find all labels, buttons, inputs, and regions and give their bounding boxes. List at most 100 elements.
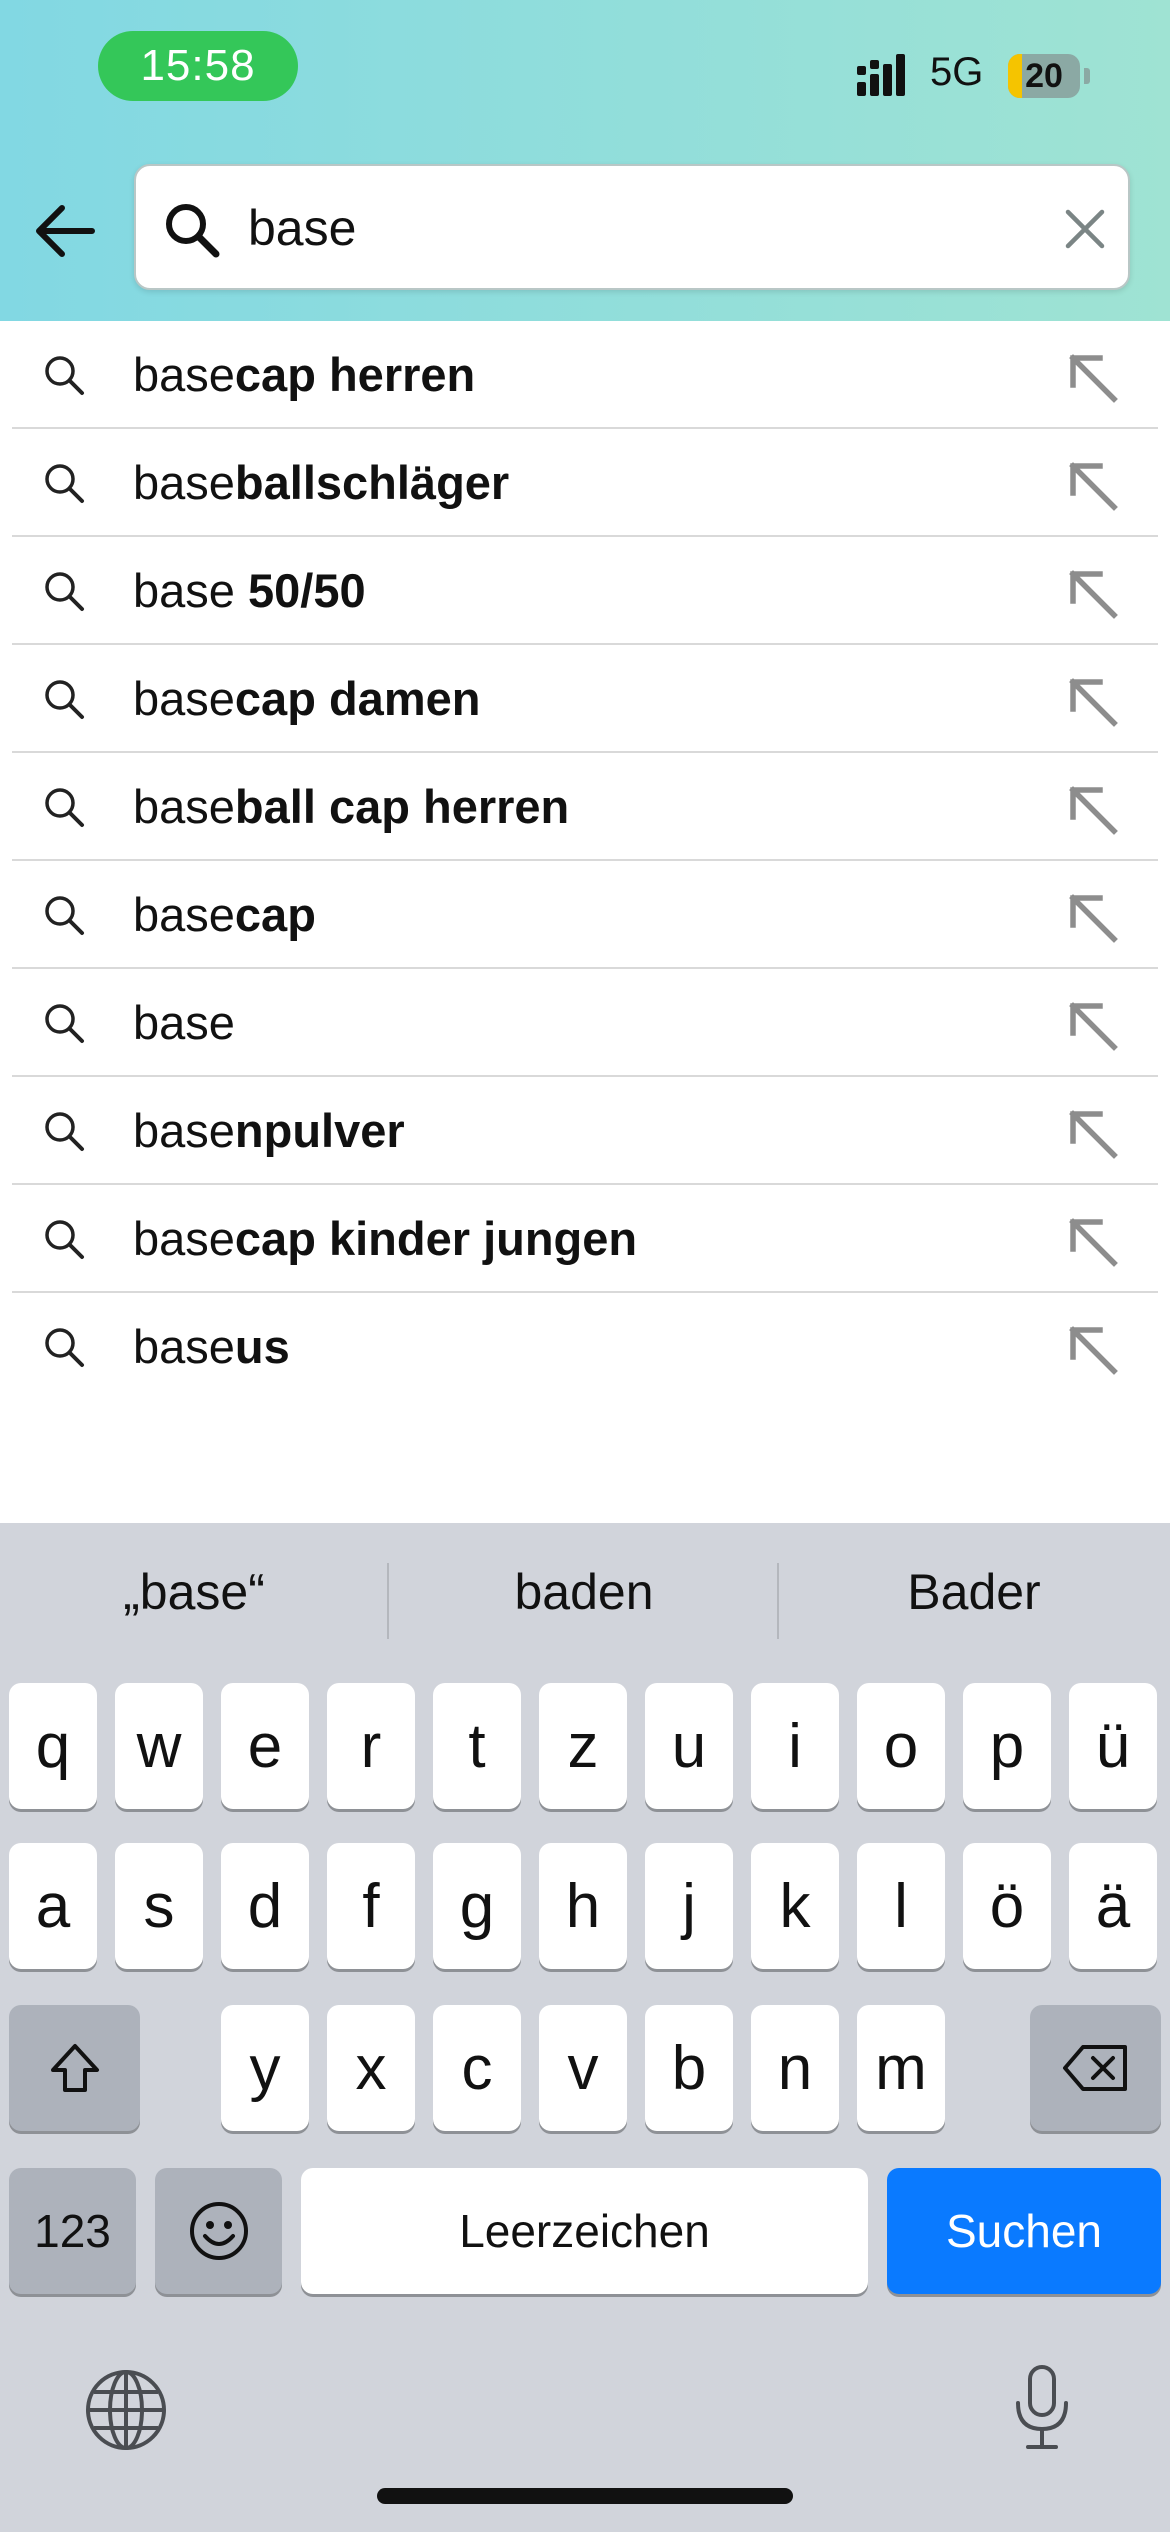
arrow-left-icon[interactable] xyxy=(30,196,100,266)
suggestion-prefix: base xyxy=(133,780,235,833)
arrow-up-left-icon[interactable] xyxy=(1064,349,1120,405)
suggestion-completion: ball cap herren xyxy=(234,780,570,833)
cellular-signal-icon xyxy=(857,54,905,96)
suggestion-text[interactable]: base 50/50 xyxy=(133,563,366,618)
prediction-divider xyxy=(387,1563,389,1639)
suggestion-row[interactable]: baseballschläger xyxy=(12,429,1158,537)
on-screen-keyboard: „base“ baden Bader qwertzuiopü asdfghjklö… xyxy=(0,1523,1170,2532)
arrow-up-left-icon[interactable] xyxy=(1064,1321,1120,1377)
suggestion-prefix: base xyxy=(133,564,235,617)
search-input[interactable]: base xyxy=(134,164,1130,290)
arrow-up-left-icon[interactable] xyxy=(1064,781,1120,837)
key-o[interactable]: o xyxy=(857,1683,945,1809)
arrow-up-left-icon[interactable] xyxy=(1064,997,1120,1053)
key-z[interactable]: z xyxy=(539,1683,627,1809)
key-b[interactable]: b xyxy=(645,2005,733,2131)
backspace-key[interactable] xyxy=(1030,2005,1161,2131)
suggestion-text[interactable]: base xyxy=(133,995,235,1050)
key-a[interactable]: a xyxy=(9,1843,97,1969)
arrow-up-left-icon[interactable] xyxy=(1064,889,1120,945)
search-return-key[interactable]: Suchen xyxy=(887,2168,1161,2294)
prediction-3[interactable]: Bader xyxy=(780,1563,1168,1621)
suggestion-text[interactable]: basenpulver xyxy=(133,1103,405,1158)
suggestion-completion: cap damen xyxy=(234,672,481,725)
suggestion-prefix: base xyxy=(133,1320,235,1373)
suggestion-row[interactable]: baseball cap herren xyxy=(12,753,1158,861)
key-h[interactable]: h xyxy=(539,1843,627,1969)
key-ö[interactable]: ö xyxy=(963,1843,1051,1969)
key-v[interactable]: v xyxy=(539,2005,627,2131)
suggestion-row[interactable]: baseus xyxy=(12,1293,1158,1401)
suggestion-prefix: base xyxy=(133,996,235,1049)
key-f[interactable]: f xyxy=(327,1843,415,1969)
shift-key[interactable] xyxy=(9,2005,140,2131)
key-t[interactable]: t xyxy=(433,1683,521,1809)
key-y[interactable]: y xyxy=(221,2005,309,2131)
suggestion-row[interactable]: basecap kinder jungen xyxy=(12,1185,1158,1293)
arrow-up-left-icon[interactable] xyxy=(1064,1105,1120,1161)
search-icon xyxy=(45,1004,84,1043)
search-icon xyxy=(45,896,84,935)
microphone-icon[interactable] xyxy=(1012,2363,1072,2453)
suggestion-row[interactable]: basenpulver xyxy=(12,1077,1158,1185)
suggestion-text[interactable]: basecap xyxy=(133,887,316,942)
key-s[interactable]: s xyxy=(115,1843,203,1969)
arrow-up-left-icon[interactable] xyxy=(1064,673,1120,729)
key-x[interactable]: x xyxy=(327,2005,415,2131)
emoji-key[interactable] xyxy=(155,2168,282,2294)
key-r[interactable]: r xyxy=(327,1683,415,1809)
key-d[interactable]: d xyxy=(221,1843,309,1969)
search-icon xyxy=(45,1220,84,1259)
arrow-up-left-icon[interactable] xyxy=(1064,565,1120,621)
numbers-key[interactable]: 123 xyxy=(9,2168,136,2294)
key-k[interactable]: k xyxy=(751,1843,839,1969)
key-u[interactable]: u xyxy=(645,1683,733,1809)
app-header: 15:58 5G 20 base xyxy=(0,0,1170,321)
arrow-up-left-icon[interactable] xyxy=(1064,1213,1120,1269)
key-q[interactable]: q xyxy=(9,1683,97,1809)
suggestion-row[interactable]: basecap damen xyxy=(12,645,1158,753)
key-m[interactable]: m xyxy=(857,2005,945,2131)
key-ä[interactable]: ä xyxy=(1069,1843,1157,1969)
suggestion-prefix: base xyxy=(133,672,235,725)
prediction-1[interactable]: „base“ xyxy=(0,1563,388,1621)
suggestion-text[interactable]: basecap kinder jungen xyxy=(133,1211,637,1266)
suggestion-text[interactable]: basecap herren xyxy=(133,347,475,402)
key-l[interactable]: l xyxy=(857,1843,945,1969)
suggestion-list: basecap herren baseballschläger base 50/50… xyxy=(0,321,1170,1401)
key-i[interactable]: i xyxy=(751,1683,839,1809)
suggestion-prefix: base xyxy=(133,888,235,941)
close-icon[interactable] xyxy=(1060,204,1110,254)
battery-icon: 20 xyxy=(1008,54,1080,98)
battery-cap xyxy=(1084,68,1090,84)
key-c[interactable]: c xyxy=(433,2005,521,2131)
arrow-up-left-icon[interactable] xyxy=(1064,457,1120,513)
prediction-divider xyxy=(777,1563,779,1639)
key-n[interactable]: n xyxy=(751,2005,839,2131)
suggestion-row[interactable]: basecap xyxy=(12,861,1158,969)
key-ü[interactable]: ü xyxy=(1069,1683,1157,1809)
key-p[interactable]: p xyxy=(963,1683,1051,1809)
suggestion-row[interactable]: base xyxy=(12,969,1158,1077)
search-icon xyxy=(45,356,84,395)
suggestion-text[interactable]: basecap damen xyxy=(133,671,480,726)
suggestion-completion: cap herren xyxy=(234,348,476,401)
key-j[interactable]: j xyxy=(645,1843,733,1969)
suggestion-row[interactable]: base 50/50 xyxy=(12,537,1158,645)
suggestion-text[interactable]: baseball cap herren xyxy=(133,779,569,834)
search-icon xyxy=(45,788,84,827)
suggestion-text[interactable]: baseus xyxy=(133,1319,290,1374)
key-w[interactable]: w xyxy=(115,1683,203,1809)
prediction-2[interactable]: baden xyxy=(390,1563,778,1621)
globe-icon[interactable] xyxy=(84,2368,168,2452)
suggestion-text[interactable]: baseballschläger xyxy=(133,455,509,510)
suggestion-row[interactable]: basecap herren xyxy=(12,321,1158,429)
shift-icon xyxy=(50,2044,99,2092)
home-indicator xyxy=(377,2488,793,2504)
key-g[interactable]: g xyxy=(433,1843,521,1969)
search-query[interactable]: base xyxy=(248,199,356,257)
suggestion-completion: cap kinder jungen xyxy=(234,1212,638,1265)
key-e[interactable]: e xyxy=(221,1683,309,1809)
space-key[interactable]: Leerzeichen xyxy=(301,2168,868,2294)
suggestion-prefix: base xyxy=(133,348,235,401)
